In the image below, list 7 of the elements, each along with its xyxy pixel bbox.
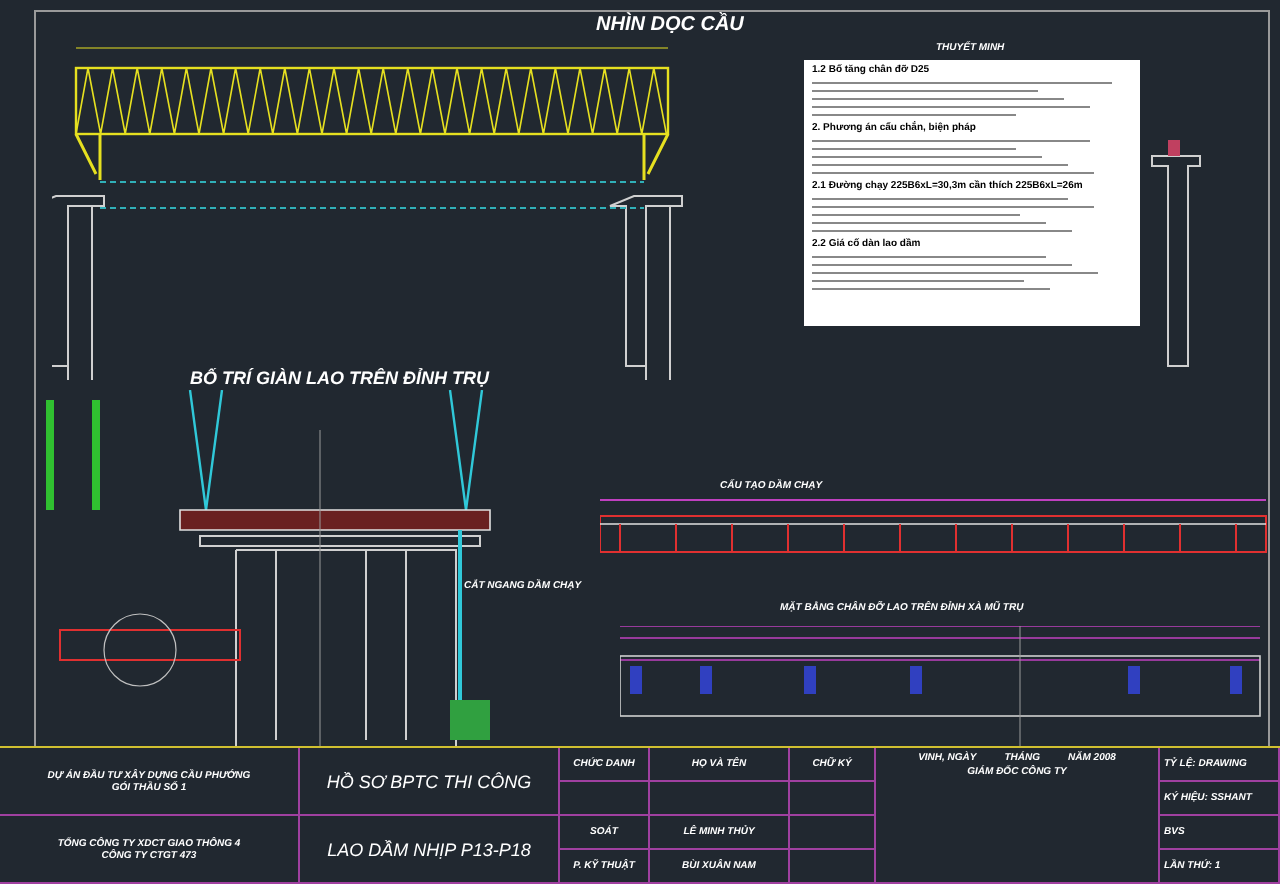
drawing-title: NHÌN DỌC CẦU xyxy=(596,10,744,40)
table-cell xyxy=(650,782,790,816)
document-title: LAO DẦM NHỊP P13-P18 xyxy=(327,839,531,859)
document-heading: HỒ SƠ BPTC THI CÔNG xyxy=(326,771,532,791)
table-cell xyxy=(790,816,876,850)
drawing-title: BỐ TRÍ GIÀN LAO TRÊN ĐỈNH TRỤ xyxy=(190,366,489,392)
table-cell xyxy=(790,782,876,816)
